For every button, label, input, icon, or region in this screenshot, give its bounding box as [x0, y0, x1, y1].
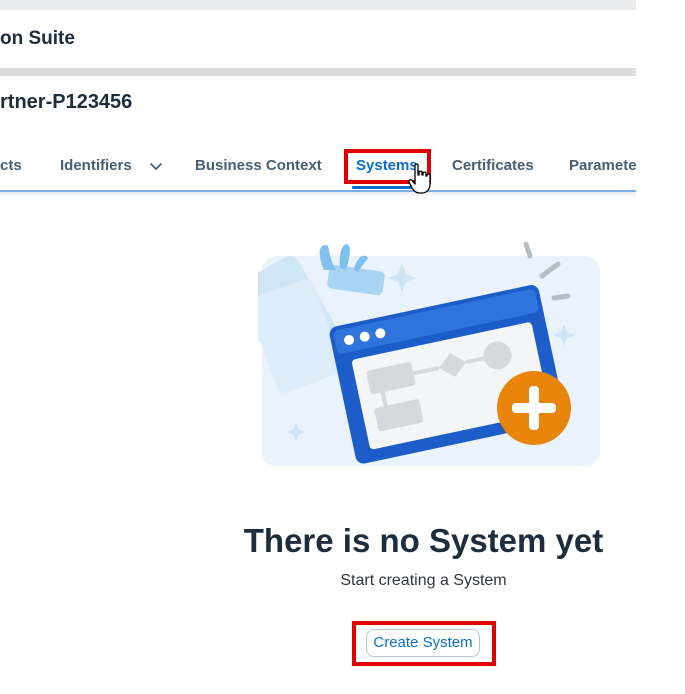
tab-contacts[interactable]: cts [0, 157, 22, 174]
empty-state-illustration [258, 241, 600, 466]
tab-identifiers[interactable]: Identifiers [60, 157, 132, 174]
shell-bar [0, 10, 636, 69]
app-title: on Suite [0, 28, 75, 49]
empty-state-title: There is no System yet [243, 522, 604, 559]
top-strip [0, 0, 636, 10]
tab-business-context[interactable]: Business Context [195, 157, 322, 174]
empty-state-subtitle: Start creating a System [340, 572, 507, 589]
tab-certificates[interactable]: Certificates [452, 157, 534, 174]
chevron-down-icon[interactable] [148, 158, 164, 174]
highlight-box-create-button [352, 621, 496, 666]
object-title: rtner-P123456 [0, 91, 133, 113]
hand-pointer-cursor-icon [408, 163, 431, 194]
tab-bar-shadow [0, 192, 636, 198]
separator-bar [0, 68, 636, 76]
tab-parameters[interactable]: Paramete [569, 157, 637, 174]
